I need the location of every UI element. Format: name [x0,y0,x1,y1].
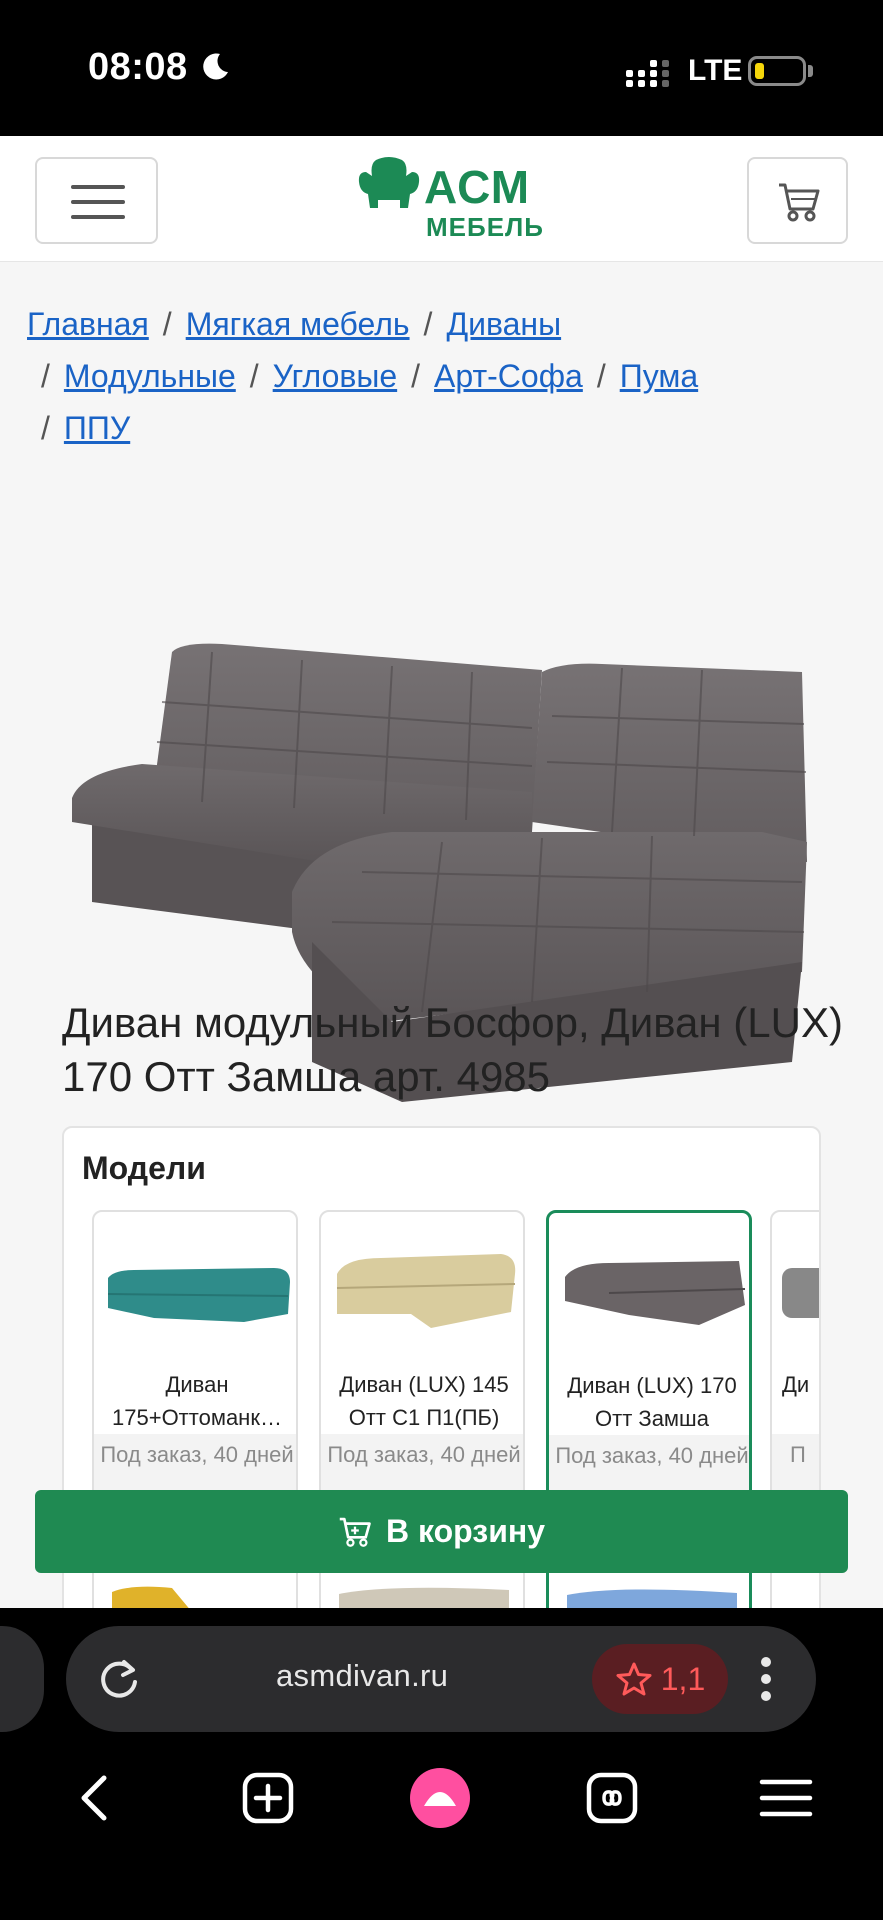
moon-icon [203,53,228,80]
model-thumb-shape [782,1268,819,1318]
breadcrumb-link-art-sofa[interactable]: Арт-Софа [434,358,583,394]
breadcrumb-separator: / [411,358,421,394]
breadcrumb-separator: / [162,306,172,342]
model-thumbnail-next [339,1587,509,1608]
breadcrumb-link-puma[interactable]: Пума [620,358,698,394]
breadcrumb-link-corner[interactable]: Угловые [273,358,397,394]
web-page: АСМ МЕБЕЛЬ Главная / Мягкая мебель / Диваны … [0,136,883,1608]
breadcrumb-link-sofas[interactable]: Диваны [446,306,561,342]
breadcrumb-separator: / [423,306,433,342]
cart-icon [779,183,820,222]
hamburger-line [71,200,125,204]
status-bar: 08:08 LTE [0,0,883,136]
breadcrumb-link-ppu[interactable]: ППУ [64,410,130,446]
hamburger-line [71,185,125,189]
signal-icon [626,60,669,87]
site-header: АСМ МЕБЕЛЬ [0,136,883,262]
armchair-logo-icon [358,157,420,208]
model-thumb-shape [565,1261,745,1325]
hamburger-line [71,215,125,219]
models-heading: Модели [82,1150,206,1186]
model-name: Диван 175+Оттоманк… [112,1372,282,1430]
model-name: Диван (LUX) 145 Отт С1 П1(ПБ) [339,1372,509,1430]
reload-icon[interactable] [96,1656,142,1702]
add-to-cart-button[interactable]: В корзину [35,1490,848,1573]
cart-button[interactable] [747,157,848,244]
site-rating-value: 1,1 [660,1660,706,1697]
add-to-cart-label: В корзину [386,1513,545,1549]
logo-text-top: АСМ [424,161,531,213]
hamburger-menu-icon[interactable] [756,1768,816,1828]
breadcrumb-link-modular[interactable]: Модульные [64,358,236,394]
previous-tab-pill[interactable] [0,1626,44,1732]
breadcrumb-link-soft-furniture[interactable]: Мягкая мебель [186,306,410,342]
site-logo[interactable]: АСМ МЕБЕЛЬ [356,156,556,248]
battery-icon [748,56,806,86]
model-thumbnail [565,1261,746,1325]
menu-button[interactable] [35,157,158,244]
breadcrumb-separator: / [596,358,606,394]
breadcrumb-separator: / [41,410,50,446]
model-name: Диван (LUX) 170 Отт Замша [567,1373,737,1431]
breadcrumb-link-home[interactable]: Главная [27,306,149,342]
breadcrumb-separator: / [249,358,259,394]
model-thumb-shape [337,1254,516,1328]
breadcrumb-separator: / [41,358,50,394]
site-rating-badge[interactable]: 1,1 [592,1644,728,1714]
battery-level [755,63,764,79]
star-icon [616,1662,652,1696]
model-thumbnail-next [567,1589,737,1608]
model-thumbnail [782,1268,819,1318]
model-thumbnail-next [112,1586,189,1608]
url-text[interactable]: asmdivan.ru [276,1658,448,1694]
status-time: 08:08 [88,46,188,88]
more-options-icon[interactable] [760,1656,772,1702]
new-tab-icon[interactable] [238,1768,298,1828]
battery-cap [808,65,813,77]
cart-icon [339,1517,371,1547]
model-thumbnail [107,1268,290,1322]
network-label: LTE [688,54,743,87]
product-title: Диван модульный Босфор, Диван (LUX) 170 … [62,999,843,1100]
back-icon[interactable] [66,1768,126,1828]
logo-text-bottom: МЕБЕЛЬ [426,212,544,242]
browser-bar: asmdivan.ru 1,1 [0,1608,883,1920]
tabs-icon[interactable] [582,1768,642,1828]
model-thumbnail [336,1254,516,1328]
alice-assistant-icon[interactable] [410,1768,470,1828]
address-bar[interactable]: asmdivan.ru 1,1 [66,1626,816,1732]
model-name: Ди [782,1372,810,1397]
